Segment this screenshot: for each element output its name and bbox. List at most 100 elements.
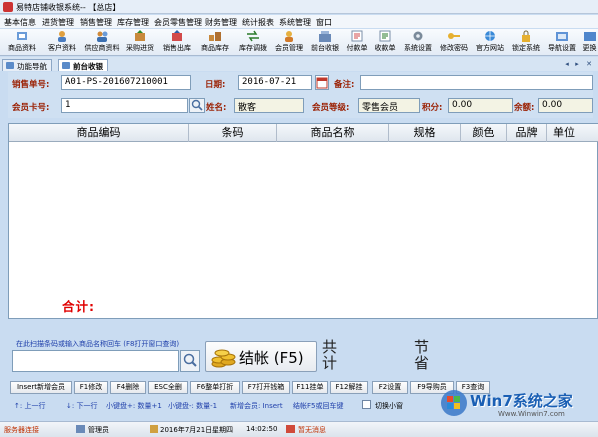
toolbar-lock-system[interactable]: 锁定系统 [509,30,543,55]
add-member-button[interactable]: Insert新增会员 [10,381,72,394]
lock-icon [522,30,530,42]
member-level-label: 会员等级: [312,103,350,113]
note-field[interactable] [360,75,593,90]
toolbar-product-data[interactable]: 商品资料 [2,30,42,55]
toolbar-change-password[interactable]: 修改密码 [437,30,471,55]
toolbar-website[interactable]: 官方网站 [473,30,507,55]
edit-button[interactable]: F1修改 [74,381,108,394]
supplier-icon [97,31,108,42]
barcode-input[interactable] [12,350,179,372]
member-level-field: 零售会员 [358,98,420,113]
hint-qty-plus: 小键盘+: 数量+1 [106,402,162,410]
scan-hint: 在此扫描条码或输入商品名称回车 (F8打开窗口查询) [16,340,180,348]
home-icon [6,62,14,69]
toolbar-settings[interactable]: 系统设置 [401,30,435,55]
switch-icon [583,32,596,41]
delete-button[interactable]: F4删除 [110,381,146,394]
menu-reports[interactable]: 统计报表 [242,17,274,28]
col-spec[interactable]: 规格 [389,124,461,142]
order-discount-button[interactable]: F6整单打折 [190,381,240,394]
app-icon [3,2,13,12]
date-field[interactable]: 2016-07-21 [238,75,312,90]
message-icon [286,425,295,433]
payment-icon [351,30,363,42]
tab-scroll-left-icon[interactable]: ◂ [563,60,571,68]
total-count-label: 共计 [322,338,338,372]
toolbar-nav-settings[interactable]: 导航设置 [545,30,579,55]
hint-checkout: 结帐F5或回车键 [293,402,344,410]
status-time: 14:02:50 [246,425,278,433]
member-card-label: 会员卡号: [12,103,50,113]
message-status[interactable]: 暂无消息 [298,425,326,435]
open-cash-drawer-button[interactable]: F7打开钱箱 [242,381,290,394]
member-icon [285,31,293,42]
calendar-icon[interactable] [315,75,329,90]
watermark-url: Www.Winwin7.com [498,410,565,418]
toolbar-member-mgmt[interactable]: 会员管理 [272,30,306,55]
menu-member-retail[interactable]: 会员零售管理 [154,17,202,28]
col-product-name[interactable]: 商品名称 [277,124,389,142]
col-color[interactable]: 颜色 [461,124,507,142]
note-label: 备注: [334,80,355,90]
points-label: 积分: [422,103,443,113]
key-icon [448,33,460,39]
tab-function-nav[interactable]: 功能导航 [2,59,52,71]
stock-icon [209,32,221,41]
menu-window[interactable]: 窗口 [316,17,332,28]
order-number-field[interactable]: A01-PS-201607210001 [61,75,191,90]
menu-purchase[interactable]: 进货管理 [42,17,74,28]
close-icon[interactable]: ✕ [585,60,593,68]
tab-scroll-right-icon[interactable]: ▸ [573,60,581,68]
menu-sales[interactable]: 销售管理 [80,17,112,28]
toolbar-receipt[interactable]: 收款单 [372,30,398,55]
hint-qty-minus: 小键盘-: 数量-1 [168,402,218,410]
member-search-icon[interactable] [189,98,205,113]
release-order-button[interactable]: F12解挂 [330,381,368,394]
watermark: Win7系统之家 Www.Winwin7.com [438,382,598,422]
toolbar: 商品资料 客户资料 供应商资料 采购进货 销售出库 商品库存 库存调拨 会员管理… [0,29,598,56]
name-field: 散客 [234,98,304,113]
menu-system[interactable]: 系统管理 [279,17,311,28]
col-barcode[interactable]: 条码 [189,124,277,142]
menu-finance[interactable]: 财务管理 [205,17,237,28]
col-product-code[interactable]: 商品编码 [9,124,189,142]
connection-status: 服务器连接 [4,426,39,434]
product-search-button[interactable] [180,350,200,372]
toggle-small-window-checkbox[interactable] [362,400,371,409]
window-title: 易特店铺收银系统-- 【总店】 [16,3,121,12]
toolbar-supplier-data[interactable]: 供应商资料 [82,30,122,55]
user-icon [76,425,85,433]
tab-pos[interactable]: 前台收银 [58,59,108,71]
col-unit[interactable]: 单位 [547,124,598,142]
navigation-icon [556,32,568,41]
points-field: 0.00 [448,98,513,113]
status-bar: 服务器连接 管理员 2016年7月21日 星期四 14:02:50 暂无消息 [0,421,598,437]
current-user: 管理员 [88,426,109,434]
menu-bar: 基本信息 进货管理 销售管理 库存管理 会员零售管理 财务管理 统计报表 系统管… [0,15,598,28]
settings-button[interactable]: F2设置 [372,381,408,394]
member-card-field[interactable]: 1 [61,98,188,113]
toolbar-stock[interactable]: 商品库存 [197,30,233,55]
cash-register-icon [62,62,70,69]
balance-label: 余额: [514,103,535,113]
toolbar-customer-data[interactable]: 客户资料 [43,30,81,55]
toolbar-payment[interactable]: 付款单 [344,30,370,55]
delete-all-button[interactable]: ESC全删 [148,381,188,394]
toolbar-pos[interactable]: 前台收银 [308,30,342,55]
hold-order-button[interactable]: F11挂单 [292,381,328,394]
product-grid[interactable]: 商品编码 条码 商品名称 规格 颜色 品牌 单位 [8,123,598,319]
toolbar-transfer[interactable]: 库存调拨 [236,30,270,55]
order-form: 销售单号: A01-PS-201607210001 日期: 2016-07-21… [8,72,593,118]
menu-basic-info[interactable]: 基本信息 [4,17,36,28]
title-bar: 易特店铺收银系统-- 【总店】 [0,0,598,14]
coins-icon [211,349,236,368]
col-brand[interactable]: 品牌 [507,124,547,142]
toolbar-sales-out[interactable]: 销售出库 [160,30,194,55]
checkout-button[interactable]: 结帐 (F5) [205,341,317,372]
toolbar-change[interactable]: 更换 [581,30,598,55]
watermark-brand: Win7系统之家 [470,392,573,410]
customer-icon [58,31,66,42]
toolbar-purchase-in[interactable]: 采购进货 [123,30,157,55]
checkout-label: 结帐 (F5) [239,349,304,367]
menu-inventory[interactable]: 库存管理 [117,17,149,28]
